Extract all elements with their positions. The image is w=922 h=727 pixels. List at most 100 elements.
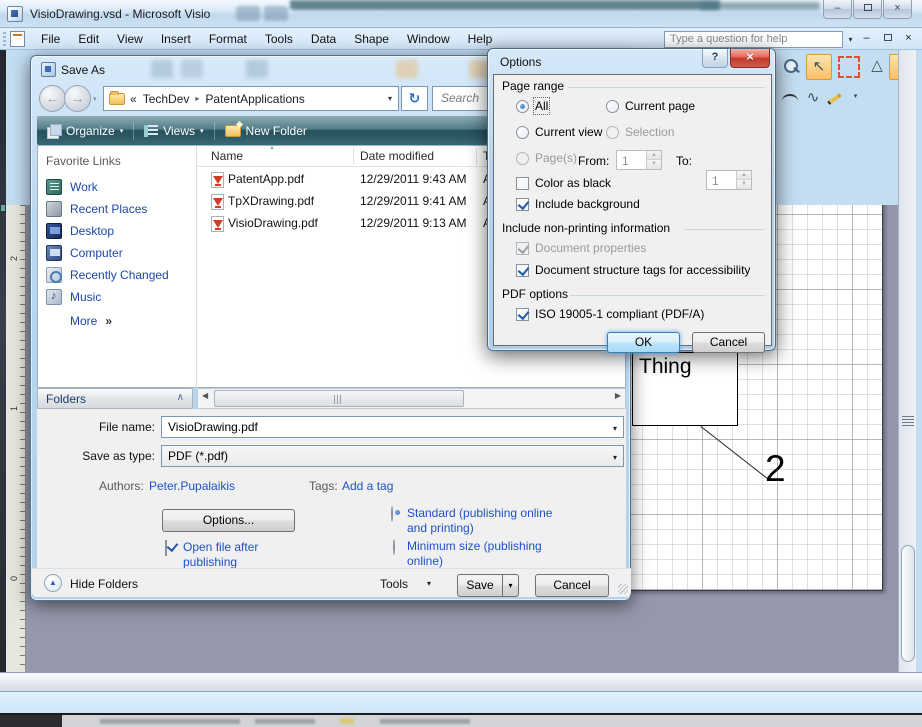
organize-button[interactable]: Organize ▾ [37,116,133,145]
breadcrumb-item-patentapplications[interactable]: PatentApplications [205,92,304,106]
minimum-size-radio-label[interactable]: Minimum size (publishing online) [407,539,567,569]
scroll-left-icon[interactable]: ◀ [202,391,208,400]
radio-current-view-label: Current view [535,125,602,139]
new-folder-button[interactable]: New Folder [215,116,317,145]
add-tag-link[interactable]: Add a tag [342,479,393,493]
radio-current-view[interactable]: Current view [516,125,602,139]
selection-rect-tool-icon[interactable] [838,56,860,78]
views-button[interactable]: Views ▾ [134,116,213,145]
sidebar-item-work[interactable]: Work [38,176,194,198]
radio-current-page-circle[interactable] [606,100,619,113]
open-file-after-checkbox[interactable] [165,540,167,556]
folders-toggle-button[interactable]: Folders ∧ [37,388,193,409]
refresh-icon[interactable]: ↻ [401,86,428,111]
column-header-date-modified[interactable]: Date modified [360,149,434,163]
thing-shape[interactable]: Thing [632,352,738,426]
menu-edit[interactable]: Edit [69,28,108,50]
checkbox-document-structure-tags[interactable]: Document structure tags for accessibilit… [516,263,750,277]
pointer-tool-icon[interactable]: ↖ [806,54,832,80]
maximize-icon[interactable] [853,0,882,19]
toolbar-grip[interactable] [3,32,6,46]
cancel-button[interactable]: Cancel [535,574,609,597]
tools-menu-button[interactable]: Tools [380,577,408,591]
close-icon[interactable]: × [883,0,912,19]
iso-compliant-box[interactable] [516,308,529,321]
menu-file[interactable]: File [32,28,69,50]
triangle-tool-icon[interactable]: △ [864,54,890,80]
breadcrumb-item-techdev[interactable]: TechDev [143,92,190,106]
file-name-combo[interactable]: VisioDrawing.pdf ▾ [161,416,624,438]
file-list-scrollbar-thumb[interactable] [214,390,464,407]
save-as-type-combo[interactable]: PDF (*.pdf) ▾ [161,445,624,467]
sidebar-item-recent-places[interactable]: Recent Places [38,198,194,220]
pencil-tool-icon[interactable] [822,86,848,112]
color-as-black-box[interactable] [516,177,529,190]
doc-minimize-icon[interactable]: – [858,31,875,47]
group-pdf-options: PDF options [502,287,568,301]
checkbox-iso-compliant[interactable]: ISO 19005-1 compliant (PDF/A) [516,307,704,321]
help-dropdown-icon[interactable]: ▾ [844,31,857,48]
standard-radio[interactable] [391,506,393,522]
cancel-button[interactable]: Cancel [692,332,765,353]
radio-all-circle[interactable] [516,100,529,113]
new-drawing-icon[interactable] [10,31,25,47]
menu-view[interactable]: View [108,28,152,50]
options-button[interactable]: Options... [162,509,295,532]
hide-folders-label[interactable]: Hide Folders [70,577,138,591]
document-structure-tags-box[interactable] [516,264,529,277]
authors-value-link[interactable]: Peter.Pupalaikis [149,479,235,493]
checkbox-color-as-black[interactable]: Color as black [516,176,611,190]
dialog-close-icon[interactable]: × [730,49,770,68]
doc-close-icon[interactable]: × [900,31,917,47]
radio-all[interactable]: All [516,99,548,113]
sidebar-item-computer[interactable]: Computer [38,242,194,264]
toolbar-overflow-icon[interactable]: ▾ [850,94,861,108]
hide-folders-icon[interactable]: ▲ [44,574,62,592]
recent-pages-dropdown-icon[interactable]: ▾ [93,95,97,103]
column-divider[interactable] [353,148,354,165]
dialog-help-icon[interactable]: ? [702,49,728,68]
chevron-down-icon[interactable]: ▾ [427,579,431,588]
menu-format[interactable]: Format [200,28,256,50]
doc-restore-icon[interactable] [879,31,896,47]
menu-data[interactable]: Data [302,28,345,50]
save-dropdown-icon[interactable]: ▾ [502,574,519,597]
resize-grip[interactable] [618,584,628,594]
radio-current-view-circle[interactable] [516,126,529,139]
checkbox-include-background[interactable]: Include background [516,197,640,211]
scroll-right-icon[interactable]: ▶ [615,391,621,400]
vertical-scrollbar[interactable] [898,50,916,672]
sidebar-item-recently-changed[interactable]: Recently Changed [38,264,194,286]
forward-icon[interactable]: → [64,85,91,112]
help-question-input[interactable]: Type a question for help [664,31,843,48]
back-icon[interactable]: ← [39,85,66,112]
minimize-icon[interactable]: – [823,0,852,19]
breadcrumb[interactable]: « TechDev ▸ PatentApplications ▾ [103,86,399,111]
breadcrumb-dropdown-icon[interactable]: ▾ [388,94,392,103]
include-background-box[interactable] [516,198,529,211]
more-links-button[interactable]: More » [38,310,194,332]
sidebar-item-desktop[interactable]: Desktop [38,220,194,242]
ok-button[interactable]: OK [607,332,680,353]
zoom-tool-icon[interactable] [778,54,804,80]
vertical-scrollbar-thumb[interactable] [901,545,915,662]
radio-current-page[interactable]: Current page [606,99,695,113]
menu-window[interactable]: Window [398,28,459,50]
scrollbar-splitter[interactable] [902,416,914,426]
menu-help[interactable]: Help [459,28,502,50]
minimum-size-radio[interactable] [393,539,395,555]
group-nonprinting: Include non-printing information [502,221,670,235]
open-file-after-label[interactable]: Open file after publishing [183,540,305,570]
menu-tools[interactable]: Tools [256,28,302,50]
standard-radio-label[interactable]: Standard (publishing online and printing… [407,506,557,536]
sidebar-item-music[interactable]: Music [38,286,194,308]
callout-line[interactable] [700,426,770,481]
save-button[interactable]: Save [457,574,502,597]
column-header-name[interactable]: Name [211,149,243,163]
file-list-scrollbar[interactable]: ◀ ▶ [197,388,626,409]
menu-shape[interactable]: Shape [345,28,398,50]
breadcrumb-overflow-chevrons[interactable]: « [130,92,137,106]
column-divider[interactable] [476,148,477,165]
callout-number-2[interactable]: 2 [765,448,786,490]
menu-insert[interactable]: Insert [152,28,200,50]
